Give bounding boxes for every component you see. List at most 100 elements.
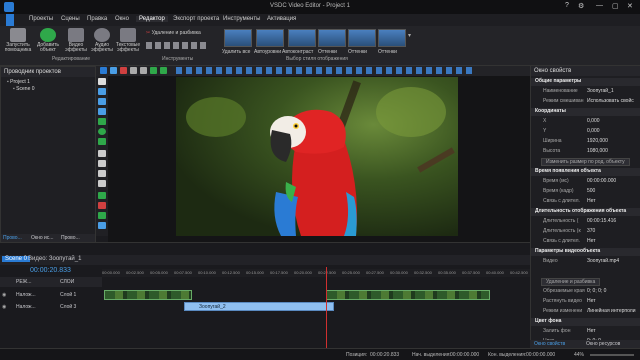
property-row[interactable]: Время (кадр) 500 bbox=[531, 188, 640, 196]
track-row-2[interactable]: ◉ Налож... Слой 3 bbox=[0, 301, 102, 313]
tab-properties[interactable]: Окно свойств bbox=[534, 341, 565, 347]
tools-icon-row[interactable] bbox=[146, 42, 206, 49]
property-row[interactable] bbox=[531, 268, 640, 276]
chart-tool-icon[interactable] bbox=[98, 180, 106, 187]
property-row[interactable]: Связь с длител. Нет bbox=[531, 238, 640, 246]
tab-video-clip[interactable]: Видео: Зоопутай_1 bbox=[28, 256, 81, 262]
audio-tool-icon[interactable] bbox=[98, 202, 106, 209]
property-row[interactable]: Ширина 1920,000 bbox=[531, 138, 640, 146]
image-tool-icon[interactable] bbox=[98, 98, 106, 105]
property-row[interactable]: Режим изменени Линейная интерполи bbox=[531, 308, 640, 316]
delete-split-button[interactable]: ✂ Удаление и разбивка bbox=[146, 30, 201, 36]
style-thumb-tint-1[interactable] bbox=[318, 29, 346, 47]
property-row[interactable]: Длительность (к 370 bbox=[531, 228, 640, 236]
copy-icon[interactable] bbox=[140, 67, 147, 74]
sprite-tool-icon[interactable] bbox=[98, 192, 106, 199]
subtitle-tool-icon[interactable] bbox=[98, 160, 106, 167]
close-button[interactable]: ✕ bbox=[627, 2, 633, 10]
menu-projects[interactable]: Проекты bbox=[26, 16, 56, 22]
minimize-button[interactable]: — bbox=[596, 2, 603, 9]
timeline-ruler[interactable]: 00:00.000 00:02.500 00:05.000 00:07.500 00:1… bbox=[102, 269, 530, 277]
text-tool-icon[interactable] bbox=[98, 150, 106, 157]
tree-item-project[interactable]: ▪ Project 1 bbox=[7, 79, 30, 85]
property-row[interactable]: Связь с длител. Нет bbox=[531, 198, 640, 206]
property-row[interactable]: Обрезаемые края 0; 0; 0; 0 bbox=[531, 288, 640, 296]
property-row[interactable]: Режим смешиван Использовать свойс bbox=[531, 98, 640, 106]
ellipse-tool-icon[interactable] bbox=[98, 128, 106, 135]
menu-edit[interactable]: Правка bbox=[84, 16, 110, 22]
tree-item-scene[interactable]: ▪ Scene 0 bbox=[13, 86, 35, 92]
property-row[interactable]: Длительность (00:00:15.416 bbox=[531, 218, 640, 226]
style-thumb-autolevels[interactable] bbox=[256, 29, 284, 47]
zoom-slider[interactable] bbox=[590, 354, 634, 356]
tab-project-explorer[interactable]: Прово... bbox=[3, 235, 22, 241]
tab-resources-window[interactable]: Окно ресурсов bbox=[586, 341, 620, 347]
audio-effects-button[interactable]: Аудио эффекты bbox=[88, 28, 116, 62]
style-thumb-delete-all[interactable] bbox=[224, 29, 252, 47]
menu-window[interactable]: Окно bbox=[112, 16, 132, 22]
maximize-button[interactable]: ▢ bbox=[612, 2, 619, 10]
cut-icon[interactable] bbox=[130, 67, 137, 74]
tab-explorer-2[interactable]: Прово... bbox=[61, 235, 80, 241]
track-row-1[interactable]: ◉ Налож... Слой 1 bbox=[0, 289, 102, 301]
menu-export[interactable]: Экспорт проекта bbox=[170, 16, 222, 22]
eye-icon[interactable]: ◉ bbox=[2, 292, 6, 298]
property-button[interactable]: Изменить размер по род. объекту bbox=[531, 158, 640, 166]
track-mode[interactable]: Налож... bbox=[16, 304, 36, 310]
settings-icon[interactable]: ⚙ bbox=[578, 2, 584, 10]
free-text-tool-icon[interactable] bbox=[98, 170, 106, 177]
undo-icon[interactable] bbox=[150, 67, 157, 74]
style-thumb-tint-2[interactable] bbox=[348, 29, 376, 47]
video-tool-icon[interactable] bbox=[98, 212, 106, 219]
header-mode: РЕЖ... bbox=[16, 279, 32, 285]
video-clip-1a[interactable] bbox=[104, 290, 192, 300]
position-label: Позиция: bbox=[346, 352, 368, 358]
property-row[interactable]: Видео Зоопугай.mp4 bbox=[531, 258, 640, 266]
redo-icon[interactable] bbox=[160, 67, 167, 74]
rect-select-icon[interactable] bbox=[98, 88, 106, 95]
video-clip-1b[interactable] bbox=[326, 290, 490, 300]
menu-activation[interactable]: Активация bbox=[264, 16, 299, 22]
menu-bar: Проекты Сцены Правка Окно Редактор Экспо… bbox=[0, 14, 640, 26]
sel-end-label: Кон. выделения: bbox=[488, 352, 527, 358]
property-row[interactable]: X 0,000 bbox=[531, 118, 640, 126]
property-row[interactable]: Y 0,000 bbox=[531, 128, 640, 136]
property-section: Координаты bbox=[531, 108, 640, 116]
video-clip-2[interactable]: Зоопугай_2 bbox=[184, 302, 334, 311]
property-section: Время появления объекта bbox=[531, 168, 640, 176]
menu-editor[interactable]: Редактор bbox=[136, 16, 168, 22]
tab-scene-0[interactable]: Scene 0 bbox=[2, 256, 31, 262]
style-thumb-tint-3[interactable] bbox=[378, 29, 406, 47]
playhead[interactable] bbox=[326, 267, 327, 349]
delete-icon[interactable] bbox=[120, 67, 127, 74]
video-frame[interactable] bbox=[176, 77, 458, 236]
property-row[interactable]: Залить фон Нет bbox=[531, 328, 640, 336]
launch-wizard-button[interactable]: Запустить помощника bbox=[4, 28, 32, 62]
menu-scenes[interactable]: Сцены bbox=[58, 16, 83, 22]
eye-icon[interactable]: ◉ bbox=[2, 304, 6, 310]
zoom-tool-icon[interactable] bbox=[98, 108, 106, 115]
mask-tool-icon[interactable] bbox=[98, 222, 106, 229]
property-row[interactable]: Высота 1080,000 bbox=[531, 148, 640, 156]
help-icon[interactable]: ? bbox=[565, 2, 569, 9]
property-row[interactable]: Время (мс) 00:00:00.000 bbox=[531, 178, 640, 186]
ruler-tick-label: 00:25.000 bbox=[342, 270, 360, 275]
align-tools-row[interactable] bbox=[176, 67, 476, 74]
track-mode[interactable]: Налож... bbox=[16, 292, 36, 298]
property-row[interactable]: Растянуть видео Нет bbox=[531, 298, 640, 306]
menu-tools[interactable]: Инструменты bbox=[220, 16, 263, 22]
properties-tabs: Окно свойств Окно ресурсов bbox=[530, 340, 640, 348]
property-button[interactable]: Удаление и разбивка bbox=[531, 278, 640, 286]
new-icon[interactable] bbox=[100, 67, 107, 74]
save-icon[interactable] bbox=[110, 67, 117, 74]
sel-start-value: 00:00:00.000 bbox=[450, 352, 480, 358]
tab-resources[interactable]: Окно ис... bbox=[31, 235, 53, 241]
property-row[interactable]: Наименование Зоопугай_1 bbox=[531, 88, 640, 96]
styles-scroll-icon[interactable]: ▾ bbox=[408, 32, 411, 39]
rectangle-tool-icon[interactable] bbox=[98, 118, 106, 125]
pointer-tool-icon[interactable] bbox=[98, 78, 106, 85]
style-thumb-autocontrast[interactable] bbox=[288, 29, 316, 47]
polygon-tool-icon[interactable] bbox=[98, 138, 106, 145]
app-menu-button[interactable] bbox=[6, 14, 14, 26]
text-effects-button[interactable]: Текстовые эффекты bbox=[114, 28, 142, 62]
